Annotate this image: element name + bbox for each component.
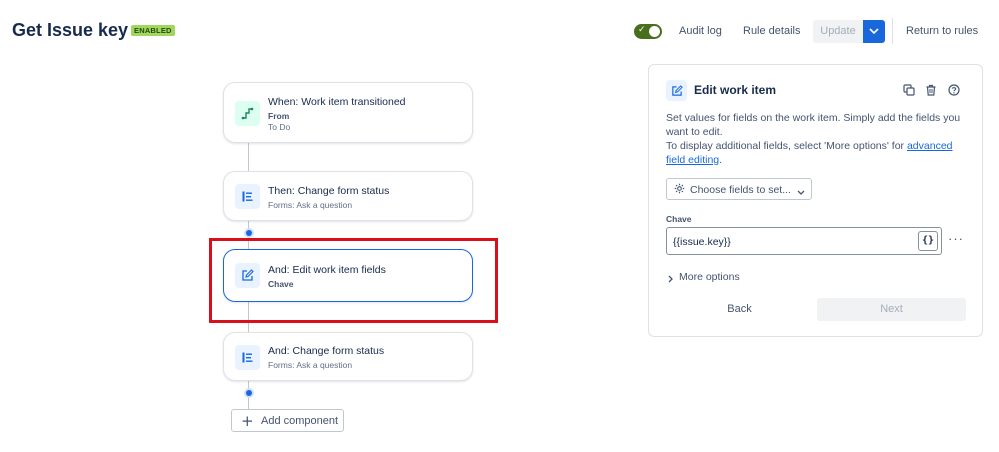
action3-title: And: Change form status [268,345,385,357]
check-icon: ✓ [638,25,646,35]
trigger-sub-value: To Do [268,122,291,132]
help-icon[interactable] [948,83,960,101]
panel-description-line: Set values for fields on the work item. … [666,112,961,138]
header-divider [892,18,893,44]
transition-icon [235,101,260,126]
smart-value-button[interactable]: {} [918,231,938,251]
panel-description: Set values for fields on the work item. … [666,111,971,167]
delete-icon[interactable] [925,83,937,101]
plus-icon: + [241,412,254,430]
chevron-right-icon [668,274,674,286]
chave-field[interactable]: {{issue.key}} {} [666,227,942,255]
back-button[interactable]: Back [666,298,813,321]
panel-description-line-2: To display additional fields, select 'Mo… [666,139,971,167]
trigger-card[interactable]: When: Work item transitioned From To Do [223,82,473,143]
action-card-change-form-status[interactable]: Then: Change form status Forms: Ask a qu… [223,171,473,221]
status-badge: ENABLED [131,25,175,36]
add-component-button[interactable]: + Add component [231,409,344,432]
trigger-title: When: Work item transitioned [268,96,406,108]
trigger-sub-label: From [268,111,290,121]
rule-enabled-toggle[interactable]: ✓ [634,24,662,39]
panel-title: Edit work item [694,83,777,97]
toggle-knob [649,26,660,37]
highlight-box-card [209,238,498,323]
desc-suffix: . [719,154,723,166]
update-button[interactable]: Update [813,20,863,43]
more-actions-icon[interactable]: ··· [948,231,964,246]
chevron-down-icon [869,28,879,35]
insert-point[interactable] [244,228,254,238]
insert-point[interactable] [244,388,254,398]
edit-work-item-panel: Edit work item Set values for fields on … [648,64,983,337]
audit-log-button[interactable]: Audit log [679,25,722,37]
action1-title: Then: Change form status [268,185,390,197]
page-title: Get Issue key [12,20,129,40]
form-icon [235,345,260,370]
connector-line [248,397,249,409]
edit-icon [666,80,687,101]
choose-fields-label: Choose fields to set... [690,184,791,196]
gear-icon [674,183,685,197]
update-dropdown-button[interactable] [863,20,885,43]
form-icon [235,184,260,209]
desc-prefix: To display additional fields, select 'Mo… [666,140,907,152]
choose-fields-button[interactable]: Choose fields to set... [666,178,812,200]
action3-subtitle: Forms: Ask a question [268,360,353,370]
action1-subtitle: Forms: Ask a question [268,200,353,210]
connector-line [248,143,249,171]
return-to-rules-button[interactable]: Return to rules [906,25,978,37]
chevron-down-icon [797,187,805,199]
add-component-label: Add component [261,415,339,427]
chave-field-value: {{issue.key}} [673,236,731,248]
next-button[interactable]: Next [817,298,966,321]
action-card-change-form-status-2[interactable]: And: Change form status Forms: Ask a que… [223,332,473,381]
duplicate-icon[interactable] [903,83,915,101]
field-label-chave: Chave [666,214,692,224]
more-options-label: More options [679,271,740,283]
rule-details-button[interactable]: Rule details [743,25,800,37]
